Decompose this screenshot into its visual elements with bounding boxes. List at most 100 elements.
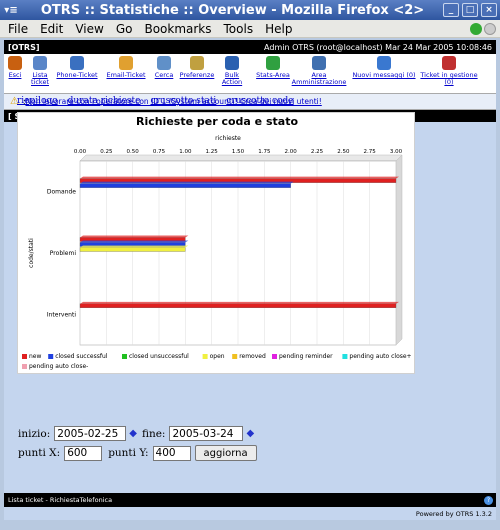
menu-tools[interactable]: Tools bbox=[224, 22, 254, 36]
menu-file[interactable]: File bbox=[8, 22, 28, 36]
nav-area-amministrazione[interactable]: Area Amministrazione bbox=[292, 56, 346, 86]
admin-icon bbox=[312, 56, 326, 70]
window-menu-icon[interactable]: ▾≡ bbox=[0, 0, 22, 20]
nav-label: Lista ticket bbox=[30, 71, 49, 86]
menu-help[interactable]: Help bbox=[265, 22, 292, 36]
x-tick-label: 0.00 bbox=[74, 149, 87, 155]
add-tab-icon[interactable] bbox=[470, 22, 482, 35]
menu-edit[interactable]: Edit bbox=[40, 22, 63, 36]
stats-icon bbox=[266, 56, 280, 70]
x-axis-title: richieste bbox=[215, 135, 241, 142]
search-icon bbox=[157, 56, 171, 70]
x-tick-label: 0.50 bbox=[127, 149, 140, 155]
otrs-header: [OTRS] Admin OTRS (root@localhost) Mar 2… bbox=[4, 40, 496, 54]
date-form: inizio: ◆ fine: ◆ bbox=[18, 426, 259, 441]
legend-swatch bbox=[48, 354, 54, 359]
update-button[interactable]: aggiorna bbox=[194, 445, 257, 461]
preferences-icon bbox=[190, 56, 204, 70]
legend-swatch bbox=[22, 354, 27, 359]
link-cruscotto-stati[interactable]: cruscotto stati bbox=[150, 96, 216, 106]
legend-label: pending auto close+ bbox=[349, 353, 411, 360]
x-tick-label: 2.50 bbox=[337, 149, 350, 155]
window-title: OTRS :: Statistiche :: Overview - Mozill… bbox=[40, 2, 425, 18]
legend-label: pending auto close- bbox=[29, 363, 88, 370]
legend-swatch bbox=[342, 354, 348, 359]
legend-swatch bbox=[202, 354, 208, 359]
nav-label: Ticket in gestione (0) bbox=[420, 71, 478, 86]
nav-bar: Esci Lista ticket Phone-Ticket Email-Ticket… bbox=[4, 54, 496, 94]
nav-email-ticket[interactable]: Email-Ticket bbox=[104, 56, 148, 79]
link-cruscotto-code[interactable]: cruscotto code bbox=[226, 96, 293, 106]
menu-go[interactable]: Go bbox=[116, 22, 133, 36]
nav-preferenze[interactable]: Preferenze bbox=[178, 56, 216, 79]
legend-label: closed unsuccessful bbox=[129, 353, 189, 360]
nav-phone-ticket[interactable]: Phone-Ticket bbox=[54, 56, 100, 79]
category-label: Interventi bbox=[47, 311, 76, 318]
help-icon[interactable]: ? bbox=[484, 495, 493, 505]
legend-swatch bbox=[22, 364, 27, 369]
legend-swatch bbox=[122, 354, 127, 359]
bar-top bbox=[80, 176, 399, 179]
x-tick-label: 1.75 bbox=[258, 149, 271, 155]
nav-label: Nuovi messaggi (0) bbox=[352, 71, 416, 79]
footer-bar: Lista ticket - RichiestaTelefonica ? bbox=[4, 493, 496, 507]
x-tick-label: 0.25 bbox=[100, 149, 113, 155]
category-label: Domande bbox=[47, 189, 76, 196]
page-content: [OTRS] Admin OTRS (root@localhost) Mar 2… bbox=[4, 40, 496, 520]
chart-title: Richieste per coda e stato bbox=[136, 115, 298, 128]
close-icon[interactable]: × bbox=[481, 3, 497, 17]
footer-text: Lista ticket - RichiestaTelefonica bbox=[8, 496, 113, 504]
mail-icon bbox=[119, 56, 133, 70]
x-label: punti X: bbox=[18, 447, 61, 459]
link-riepilogo[interactable]: riepilogo bbox=[17, 96, 58, 106]
list-icon bbox=[33, 56, 47, 70]
start-label: inizio: bbox=[18, 427, 51, 440]
bulk-icon bbox=[225, 56, 239, 70]
category-label: Problemi bbox=[50, 250, 77, 257]
menu-bookmarks[interactable]: Bookmarks bbox=[144, 22, 211, 36]
menu-view[interactable]: View bbox=[75, 22, 103, 36]
legend-label: new bbox=[29, 353, 41, 360]
x-tick-label: 2.00 bbox=[285, 149, 298, 155]
nav-bulk-action[interactable]: Bulk Action bbox=[220, 56, 244, 86]
nav-label: Area Amministrazione bbox=[291, 71, 347, 86]
calendar-start-icon[interactable]: ◆ bbox=[129, 428, 137, 439]
nav-cerca[interactable]: Cerca bbox=[152, 56, 176, 79]
user-info: Admin OTRS (root@localhost) Mar 24 Mar 2… bbox=[264, 42, 492, 52]
chart: Richieste per coda e stato richieste 0.00 0… bbox=[17, 112, 415, 374]
y-points-input[interactable] bbox=[152, 445, 191, 461]
legend-label: open bbox=[210, 353, 225, 360]
maximize-icon[interactable]: □ bbox=[462, 3, 478, 17]
bar-top bbox=[80, 301, 399, 304]
nav-label: Phone-Ticket bbox=[56, 71, 98, 79]
nav-lista-ticket[interactable]: Lista ticket bbox=[30, 56, 50, 86]
window-titlebar: ▾≡ OTRS :: Statistiche :: Overview - Moz… bbox=[0, 0, 500, 20]
nav-label: Bulk Action bbox=[221, 71, 243, 86]
points-form: punti X: punti Y: aggiorna bbox=[18, 445, 257, 461]
bar-new bbox=[79, 303, 397, 308]
y-axis-title: code/stati bbox=[28, 238, 35, 268]
nav-label: Preferenze bbox=[179, 71, 215, 79]
x-points-input[interactable] bbox=[64, 445, 103, 461]
end-date-input[interactable] bbox=[169, 426, 244, 441]
calendar-end-icon[interactable]: ◆ bbox=[246, 428, 254, 439]
bar-top bbox=[80, 181, 294, 184]
nav-ticket-in-gestione[interactable]: Ticket in gestione (0) bbox=[420, 56, 478, 86]
bar-top bbox=[80, 235, 189, 238]
minimize-icon[interactable]: _ bbox=[443, 3, 459, 17]
exit-icon bbox=[8, 56, 22, 70]
phone-icon bbox=[70, 56, 84, 70]
nav-label: Email-Ticket bbox=[106, 71, 146, 79]
bar-closed-successful bbox=[79, 183, 291, 188]
start-date-input[interactable] bbox=[54, 426, 127, 441]
x-tick-label: 3.00 bbox=[390, 149, 403, 155]
link-durata-richieste[interactable]: durata richieste bbox=[68, 96, 141, 106]
brand: [OTRS] bbox=[8, 42, 40, 52]
nav-esci[interactable]: Esci bbox=[4, 56, 26, 79]
nav-stats-area[interactable]: Stats-Area bbox=[254, 56, 292, 79]
nav-nuovi-messaggi[interactable]: Nuovi messaggi (0) bbox=[352, 56, 416, 79]
stat-links: riepilogo durata richieste cruscotto sta… bbox=[17, 96, 294, 106]
nav-label: Stats-Area bbox=[256, 71, 290, 79]
chart-svg: Richieste per coda e stato richieste 0.00 0… bbox=[22, 115, 412, 370]
nav-label: Esci bbox=[8, 71, 22, 79]
